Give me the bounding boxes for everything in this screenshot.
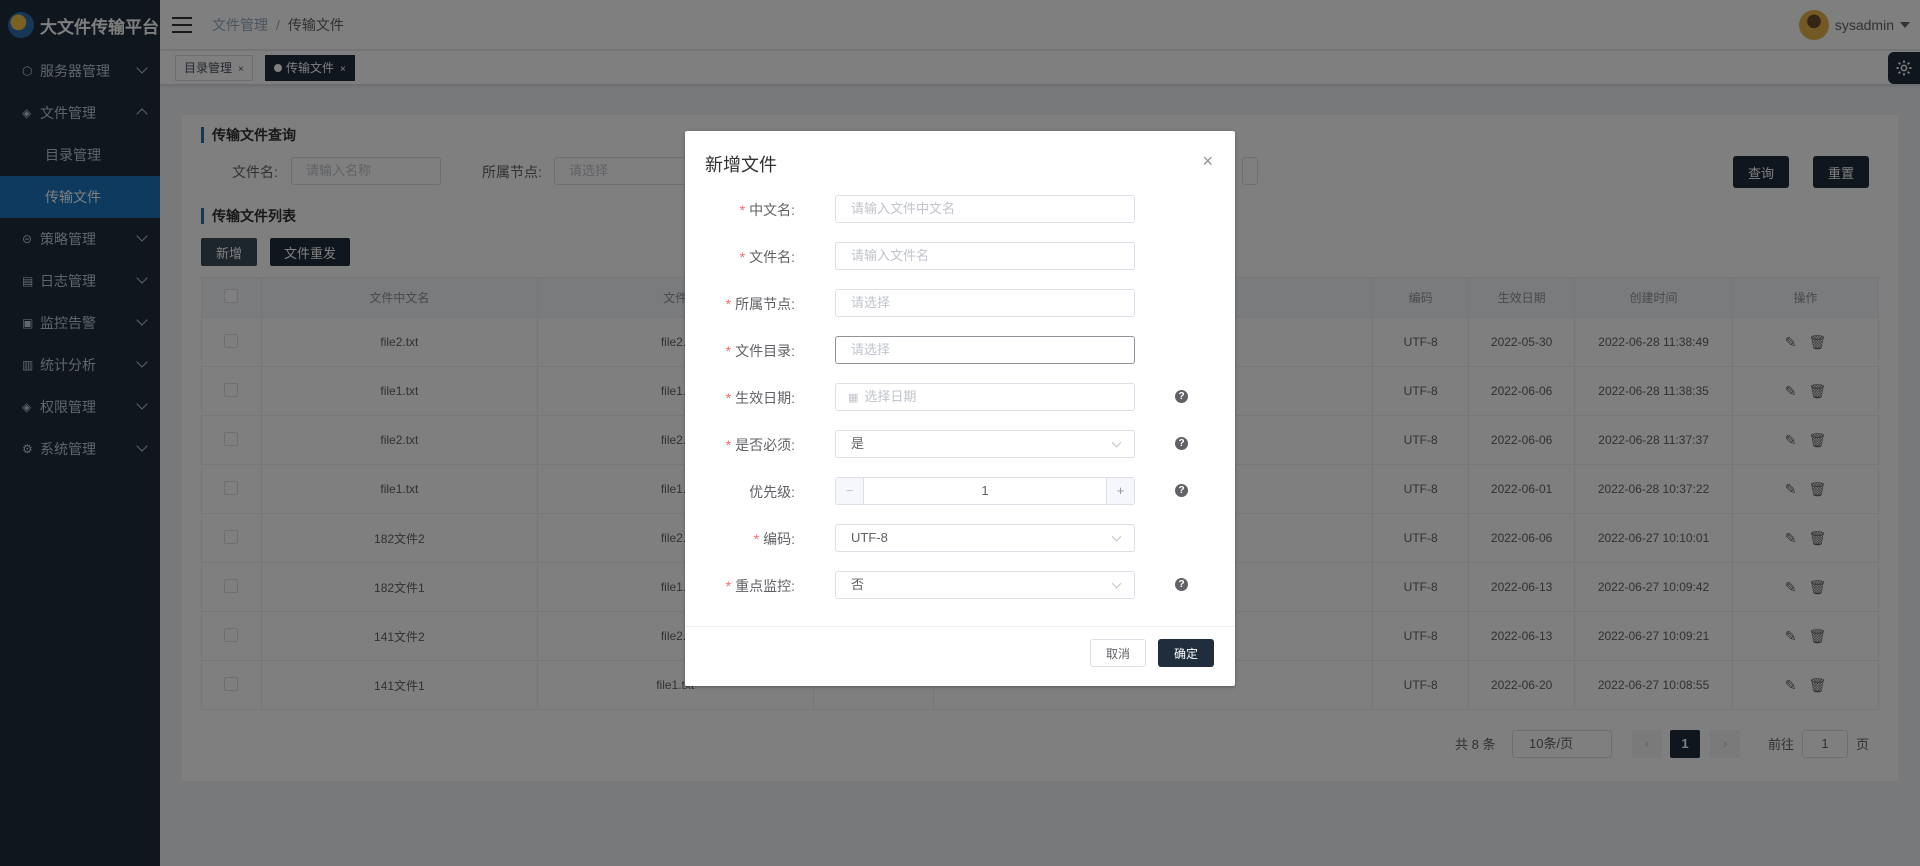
- form-row-effective-date: * 生效日期: ▦ 选择日期 ?: [685, 383, 1235, 413]
- form-label: * 文件目录:: [725, 343, 795, 359]
- priority-stepper: − 1 +: [835, 477, 1135, 505]
- cancel-button[interactable]: 取消: [1090, 639, 1146, 667]
- cn-name-input[interactable]: 请输入文件中文名: [835, 195, 1135, 223]
- dialog-footer-divider: [685, 626, 1235, 627]
- encoding-select[interactable]: UTF-8: [835, 524, 1135, 552]
- help-icon[interactable]: ?: [1175, 484, 1188, 497]
- form-row-encoding: * 编码: UTF-8: [685, 524, 1235, 554]
- chevron-down-icon: [1111, 578, 1122, 589]
- increment-button[interactable]: +: [1106, 478, 1134, 504]
- dialog-title: 新增文件: [705, 155, 777, 175]
- close-icon[interactable]: ×: [1202, 151, 1213, 172]
- form-label: * 中文名:: [739, 202, 795, 218]
- form-row-cn-name: * 中文名: 请输入文件中文名: [685, 195, 1235, 225]
- form-label: * 编码:: [753, 531, 795, 547]
- form-row-directory: * 文件目录: 请选择: [685, 336, 1235, 366]
- help-icon[interactable]: ?: [1175, 578, 1188, 591]
- form-label: * 是否必须:: [725, 437, 795, 453]
- directory-select[interactable]: 请选择: [835, 336, 1135, 364]
- calendar-icon: ▦: [848, 392, 859, 404]
- file-name-input[interactable]: 请输入文件名: [835, 242, 1135, 270]
- key-monitor-select[interactable]: 否: [835, 571, 1135, 599]
- form-row-key-monitor: * 重点监控: 否 ?: [685, 571, 1235, 601]
- decrement-button[interactable]: −: [836, 478, 864, 504]
- form-row-node: * 所属节点: 请选择: [685, 289, 1235, 319]
- form-row-file-name: * 文件名: 请输入文件名: [685, 242, 1235, 272]
- help-icon[interactable]: ?: [1175, 390, 1188, 403]
- form-label: * 文件名:: [739, 249, 795, 265]
- add-file-dialog: 新增文件 × * 中文名: 请输入文件中文名 * 文件名: 请输入文件名 * 所属节点…: [685, 131, 1235, 686]
- node-select[interactable]: 请选择: [835, 289, 1135, 317]
- confirm-button[interactable]: 确定: [1158, 639, 1214, 667]
- effective-date-picker[interactable]: ▦ 选择日期: [835, 383, 1135, 411]
- chevron-down-icon: [1111, 437, 1122, 448]
- form-row-required: * 是否必须: 是 ?: [685, 430, 1235, 460]
- priority-value[interactable]: 1: [864, 478, 1106, 504]
- date-placeholder: 选择日期: [864, 389, 917, 404]
- form-label: 优先级:: [749, 484, 795, 500]
- required-select[interactable]: 是: [835, 430, 1135, 458]
- form-label: * 重点监控:: [725, 578, 795, 594]
- form-label: * 生效日期:: [725, 390, 795, 406]
- form-label: * 所属节点:: [725, 296, 795, 312]
- chevron-down-icon: [1111, 531, 1122, 542]
- help-icon[interactable]: ?: [1175, 437, 1188, 450]
- form-row-priority: 优先级: − 1 + ?: [685, 477, 1235, 507]
